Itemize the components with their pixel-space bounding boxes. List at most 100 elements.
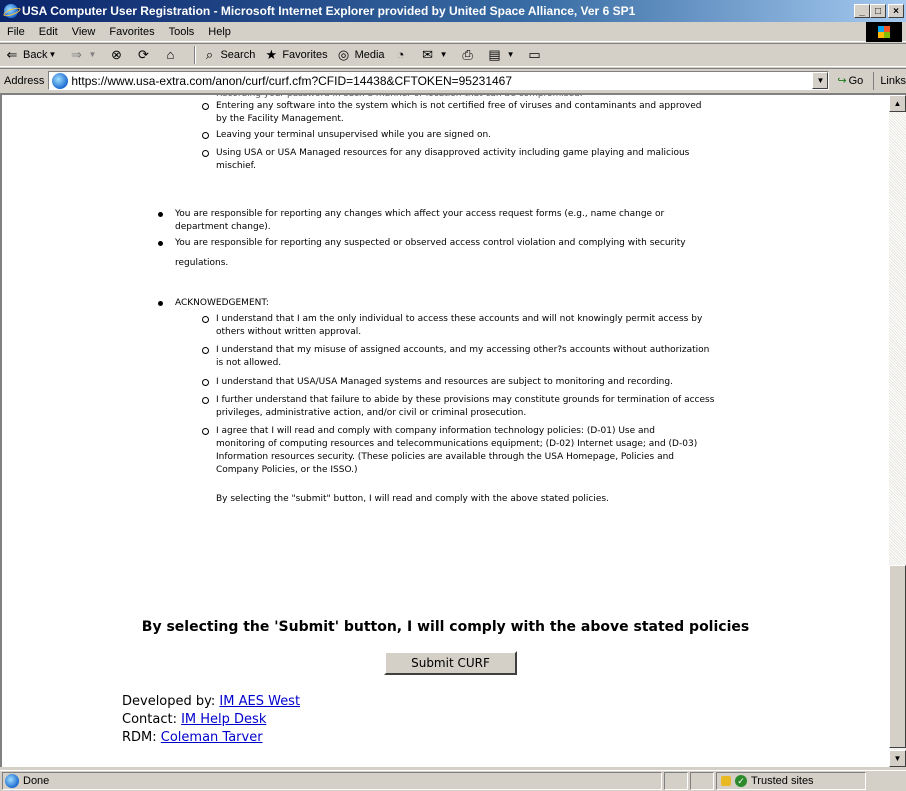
circle-bullet-icon (202, 347, 209, 354)
status-text: Done (23, 775, 50, 787)
history-icon: ◔ (396, 47, 405, 62)
contact-label: Contact: (122, 712, 182, 727)
agreement-heading: By selecting the 'Submit' button, I will… (141, 619, 750, 635)
go-button[interactable]: ↪ Go (837, 74, 864, 88)
menu-view[interactable]: View (65, 26, 103, 38)
ack-item: I agree that I will read and comply with… (216, 426, 655, 436)
stop-button[interactable]: ⊗ (108, 47, 127, 63)
search-icon: ⌕ (205, 47, 214, 62)
scroll-thumb[interactable] (889, 565, 906, 748)
submit-curf-button[interactable]: Submit CURF (384, 651, 517, 675)
policy-item: Leaving your terminal unsupervised while… (216, 130, 492, 140)
circle-bullet-icon (202, 150, 209, 157)
refresh-button[interactable]: ⟳ (135, 47, 154, 63)
ack-closing: By selecting the "submit" button, I will… (216, 494, 609, 504)
address-dropdown-button[interactable]: ▼ (812, 72, 829, 89)
links-button[interactable]: Links (873, 71, 906, 90)
address-label: Address (4, 74, 45, 87)
menu-edit[interactable]: Edit (32, 26, 65, 38)
go-label: Go (848, 74, 864, 87)
address-url[interactable]: https://www.usa-extra.com/anon/curf/curf… (71, 74, 812, 88)
back-label: Back (23, 49, 48, 61)
history-button[interactable]: ◔ (393, 47, 412, 63)
scroll-up-button[interactable]: ▲ (889, 95, 906, 112)
circle-bullet-icon (202, 379, 209, 386)
edit-icon: ▤ (488, 47, 501, 62)
chevron-down-icon[interactable]: ▼ (47, 47, 57, 63)
zone-panel[interactable]: ✓ Trusted sites (716, 772, 866, 790)
mail-button[interactable]: ✉ ▼ (420, 47, 452, 63)
rdm-label: RDM: (122, 730, 161, 745)
menu-tools[interactable]: Tools (162, 26, 202, 38)
ack-item: I understand that USA/USA Managed system… (216, 377, 673, 387)
circle-bullet-icon (202, 316, 209, 323)
favorites-button[interactable]: ★ Favorites (263, 47, 328, 63)
back-button[interactable]: ⇐ Back ▼ (4, 47, 60, 63)
print-button[interactable]: ⎙ (460, 47, 479, 63)
window-title: USA Computer User Registration - Microso… (22, 4, 636, 18)
ie-logo-icon[interactable] (3, 3, 19, 19)
stop-icon: ⊗ (111, 47, 122, 62)
status-bar: Done ✓ Trusted sites (0, 770, 906, 791)
ack-item-cont: privileges, administrative action, and/o… (216, 408, 527, 418)
home-icon: ⌂ (166, 47, 175, 62)
ack-item-cont: is not allowed. (216, 358, 282, 368)
rdm-link[interactable]: Coleman Tarver (161, 730, 263, 745)
page-content[interactable]: Recording your password in such a manner… (0, 93, 906, 767)
policy-item-cont: mischief. (216, 161, 257, 171)
policy-item-cont: by the Facility Management. (216, 114, 344, 124)
policy-item: Entering any software into the system wh… (216, 101, 702, 111)
media-label: Media (354, 49, 385, 61)
status-cell (664, 772, 688, 790)
developed-by-label: Developed by: (122, 694, 220, 709)
status-panel: Done (2, 772, 662, 790)
chevron-down-icon[interactable]: ▼ (506, 47, 516, 63)
discuss-button[interactable]: ▭ (527, 47, 546, 63)
chevron-down-icon[interactable]: ▼ (87, 47, 97, 63)
home-button[interactable]: ⌂ (162, 47, 181, 63)
print-icon: ⎙ (462, 47, 473, 62)
media-button[interactable]: ◎ Media (336, 47, 385, 63)
bullet-icon (158, 212, 163, 217)
go-arrow-icon: ↪ (837, 75, 847, 87)
circle-bullet-icon (202, 132, 209, 139)
ack-item-cont: Information resources security. (These p… (216, 452, 674, 462)
edit-button[interactable]: ▤ ▼ (487, 47, 519, 63)
contact-line: Contact: IM Help Desk (122, 712, 266, 727)
forward-button[interactable]: ⇒ ▼ (68, 47, 100, 63)
acknowledgement-title: ACKNOWEDGEMENT: (175, 298, 269, 308)
bullet-icon (158, 241, 163, 246)
mail-icon: ✉ (422, 47, 433, 62)
maximize-button[interactable]: □ (870, 4, 886, 18)
zone-text: Trusted sites (751, 775, 814, 787)
refresh-icon: ⟳ (138, 47, 149, 62)
discuss-icon: ▭ (528, 47, 541, 62)
developed-by-line: Developed by: IM AES West (122, 694, 300, 709)
search-label: Search (220, 49, 256, 61)
scroll-down-button[interactable]: ▼ (889, 750, 906, 767)
menu-help[interactable]: Help (201, 26, 238, 38)
vertical-scrollbar[interactable]: ▲ ▼ (889, 95, 906, 767)
contact-link[interactable]: IM Help Desk (181, 712, 266, 727)
menu-file[interactable]: File (0, 26, 32, 38)
policy-item: Using USA or USA Managed resources for a… (216, 148, 690, 158)
bullet-icon (158, 301, 163, 306)
address-input[interactable]: https://www.usa-extra.com/anon/curf/curf… (48, 71, 830, 90)
page-icon (52, 72, 69, 89)
close-button[interactable]: × (888, 4, 904, 18)
back-arrow-icon: ⇐ (6, 47, 18, 62)
circle-bullet-icon (202, 428, 209, 435)
developed-by-link[interactable]: IM AES West (219, 694, 300, 709)
circle-bullet-icon (202, 397, 209, 404)
minimize-button[interactable]: _ (854, 4, 870, 18)
search-button[interactable]: ⌕ Search (201, 47, 256, 63)
responsibility-item-cont: regulations. (175, 258, 229, 268)
ack-item: I understand that my misuse of assigned … (216, 345, 710, 355)
toolbar: ⇐ Back ▼ ⇒ ▼ ⊗ ⟳ ⌂ ⌕ Search ★ Favorites … (0, 43, 906, 67)
title-bar: USA Computer User Registration - Microso… (0, 0, 906, 22)
page-done-icon (5, 774, 19, 788)
chevron-down-icon[interactable]: ▼ (439, 47, 449, 63)
address-bar: Address https://www.usa-extra.com/anon/c… (0, 68, 906, 92)
menu-favorites[interactable]: Favorites (102, 26, 161, 38)
toolbar-separator (194, 46, 197, 64)
